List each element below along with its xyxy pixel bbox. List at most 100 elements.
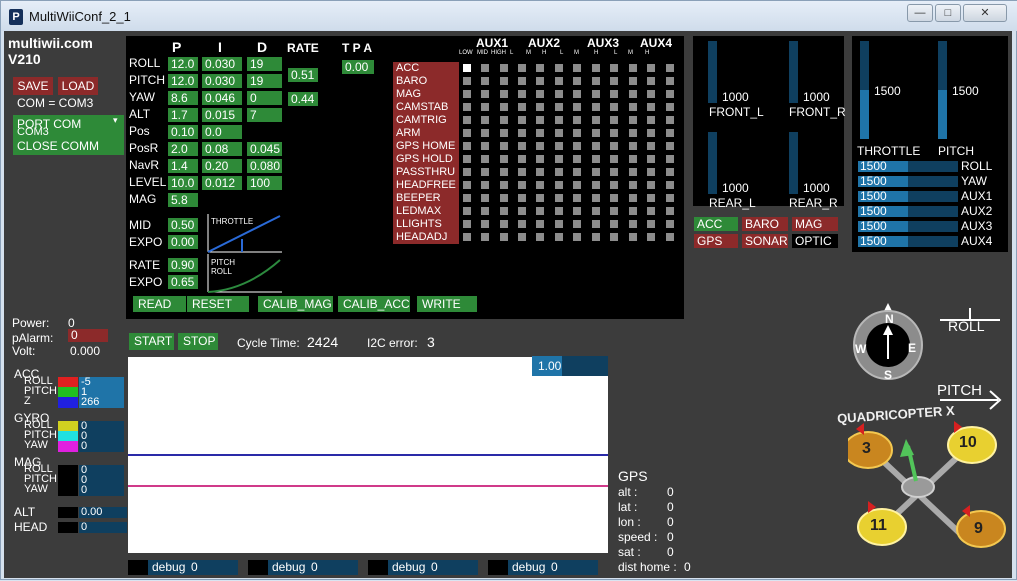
- pid-p-field[interactable]: 8.6: [168, 91, 198, 105]
- aux-checkbox[interactable]: [666, 168, 674, 176]
- aux-checkbox[interactable]: [481, 220, 489, 228]
- aux-checkbox[interactable]: [518, 168, 526, 176]
- aux-checkbox[interactable]: [610, 220, 618, 228]
- aux-checkbox[interactable]: [536, 194, 544, 202]
- aux-checkbox[interactable]: [629, 103, 637, 111]
- aux-checkbox[interactable]: [610, 129, 618, 137]
- pid-i-field[interactable]: 0.20: [202, 159, 242, 173]
- pid-i-field[interactable]: 0.046: [202, 91, 242, 105]
- aux-checkbox[interactable]: [610, 77, 618, 85]
- aux-checkbox[interactable]: [647, 77, 655, 85]
- aux-checkbox[interactable]: [463, 90, 471, 98]
- aux-checkbox[interactable]: [647, 116, 655, 124]
- aux-checkbox[interactable]: [500, 207, 508, 215]
- aux-checkbox[interactable]: [555, 103, 563, 111]
- aux-checkbox[interactable]: [573, 64, 581, 72]
- aux-checkbox[interactable]: [610, 90, 618, 98]
- aux-checkbox[interactable]: [573, 142, 581, 150]
- aux-checkbox[interactable]: [518, 103, 526, 111]
- aux-checkbox[interactable]: [481, 194, 489, 202]
- aux-checkbox[interactable]: [481, 64, 489, 72]
- aux-checkbox[interactable]: [573, 233, 581, 241]
- aux-checkbox[interactable]: [666, 103, 674, 111]
- aux-checkbox[interactable]: [555, 155, 563, 163]
- aux-checkbox[interactable]: [536, 220, 544, 228]
- start-button[interactable]: START: [129, 333, 174, 350]
- aux-checkbox[interactable]: [647, 155, 655, 163]
- aux-checkbox[interactable]: [481, 181, 489, 189]
- aux-checkbox[interactable]: [463, 77, 471, 85]
- raw-swatch[interactable]: [58, 485, 78, 496]
- maximize-button[interactable]: □: [935, 4, 961, 22]
- raw-swatch[interactable]: [58, 397, 78, 408]
- aux-checkbox[interactable]: [647, 64, 655, 72]
- aux-checkbox[interactable]: [610, 194, 618, 202]
- aux-checkbox[interactable]: [555, 207, 563, 215]
- aux-checkbox[interactable]: [500, 116, 508, 124]
- aux-checkbox[interactable]: [555, 220, 563, 228]
- aux-checkbox[interactable]: [481, 168, 489, 176]
- aux-checkbox[interactable]: [610, 64, 618, 72]
- aux-checkbox[interactable]: [463, 116, 471, 124]
- pid-i-field[interactable]: 0.015: [202, 108, 242, 122]
- aux-checkbox[interactable]: [500, 233, 508, 241]
- throttle-mid[interactable]: 0.50: [168, 218, 198, 232]
- save-button[interactable]: SAVE: [13, 77, 53, 95]
- pid-p-field[interactable]: 1.4: [168, 159, 198, 173]
- throttle-expo[interactable]: 0.00: [168, 235, 198, 249]
- aux-checkbox[interactable]: [592, 194, 600, 202]
- aux-checkbox[interactable]: [463, 64, 471, 72]
- aux-checkbox[interactable]: [536, 116, 544, 124]
- aux-checkbox[interactable]: [647, 103, 655, 111]
- aux-checkbox[interactable]: [518, 220, 526, 228]
- head-swatch[interactable]: [58, 522, 78, 533]
- pid-i-field[interactable]: 0.030: [202, 57, 242, 71]
- pid-d-field[interactable]: 19: [247, 57, 282, 71]
- aux-checkbox[interactable]: [666, 116, 674, 124]
- aux-checkbox[interactable]: [518, 194, 526, 202]
- pid-p-field[interactable]: 12.0: [168, 74, 198, 88]
- aux-checkbox[interactable]: [463, 129, 471, 137]
- aux-checkbox[interactable]: [592, 129, 600, 137]
- aux-checkbox[interactable]: [500, 220, 508, 228]
- aux-checkbox[interactable]: [610, 168, 618, 176]
- graph-scale[interactable]: 1.00: [532, 356, 608, 376]
- aux-checkbox[interactable]: [629, 207, 637, 215]
- pid-p-field[interactable]: 12.0: [168, 57, 198, 71]
- aux-checkbox[interactable]: [592, 168, 600, 176]
- aux-checkbox[interactable]: [536, 207, 544, 215]
- aux-checkbox[interactable]: [518, 181, 526, 189]
- tpa-value[interactable]: 0.00: [342, 60, 374, 74]
- aux-checkbox[interactable]: [647, 168, 655, 176]
- aux-checkbox[interactable]: [573, 194, 581, 202]
- aux-checkbox[interactable]: [518, 116, 526, 124]
- aux-checkbox[interactable]: [481, 142, 489, 150]
- pid-d-field[interactable]: 19: [247, 74, 282, 88]
- pid-i-field[interactable]: 0.08: [202, 142, 242, 156]
- aux-checkbox[interactable]: [500, 142, 508, 150]
- aux-checkbox[interactable]: [536, 129, 544, 137]
- aux-checkbox[interactable]: [610, 181, 618, 189]
- aux-checkbox[interactable]: [666, 220, 674, 228]
- aux-checkbox[interactable]: [500, 181, 508, 189]
- aux-checkbox[interactable]: [573, 155, 581, 163]
- aux-checkbox[interactable]: [573, 116, 581, 124]
- aux-checkbox[interactable]: [481, 116, 489, 124]
- alt-swatch[interactable]: [58, 507, 78, 518]
- aux-checkbox[interactable]: [666, 233, 674, 241]
- aux-checkbox[interactable]: [463, 155, 471, 163]
- read-button[interactable]: READ: [133, 296, 186, 312]
- aux-checkbox[interactable]: [573, 181, 581, 189]
- aux-checkbox[interactable]: [500, 77, 508, 85]
- aux-checkbox[interactable]: [647, 129, 655, 137]
- aux-checkbox[interactable]: [481, 90, 489, 98]
- palarm-value[interactable]: 0: [68, 329, 108, 342]
- aux-checkbox[interactable]: [666, 142, 674, 150]
- raw-swatch[interactable]: [58, 441, 78, 452]
- debug-swatch[interactable]: [488, 560, 508, 575]
- pid-d-field[interactable]: 0.080: [247, 159, 282, 173]
- aux-checkbox[interactable]: [629, 116, 637, 124]
- aux-checkbox[interactable]: [536, 168, 544, 176]
- aux-checkbox[interactable]: [500, 64, 508, 72]
- aux-checkbox[interactable]: [629, 155, 637, 163]
